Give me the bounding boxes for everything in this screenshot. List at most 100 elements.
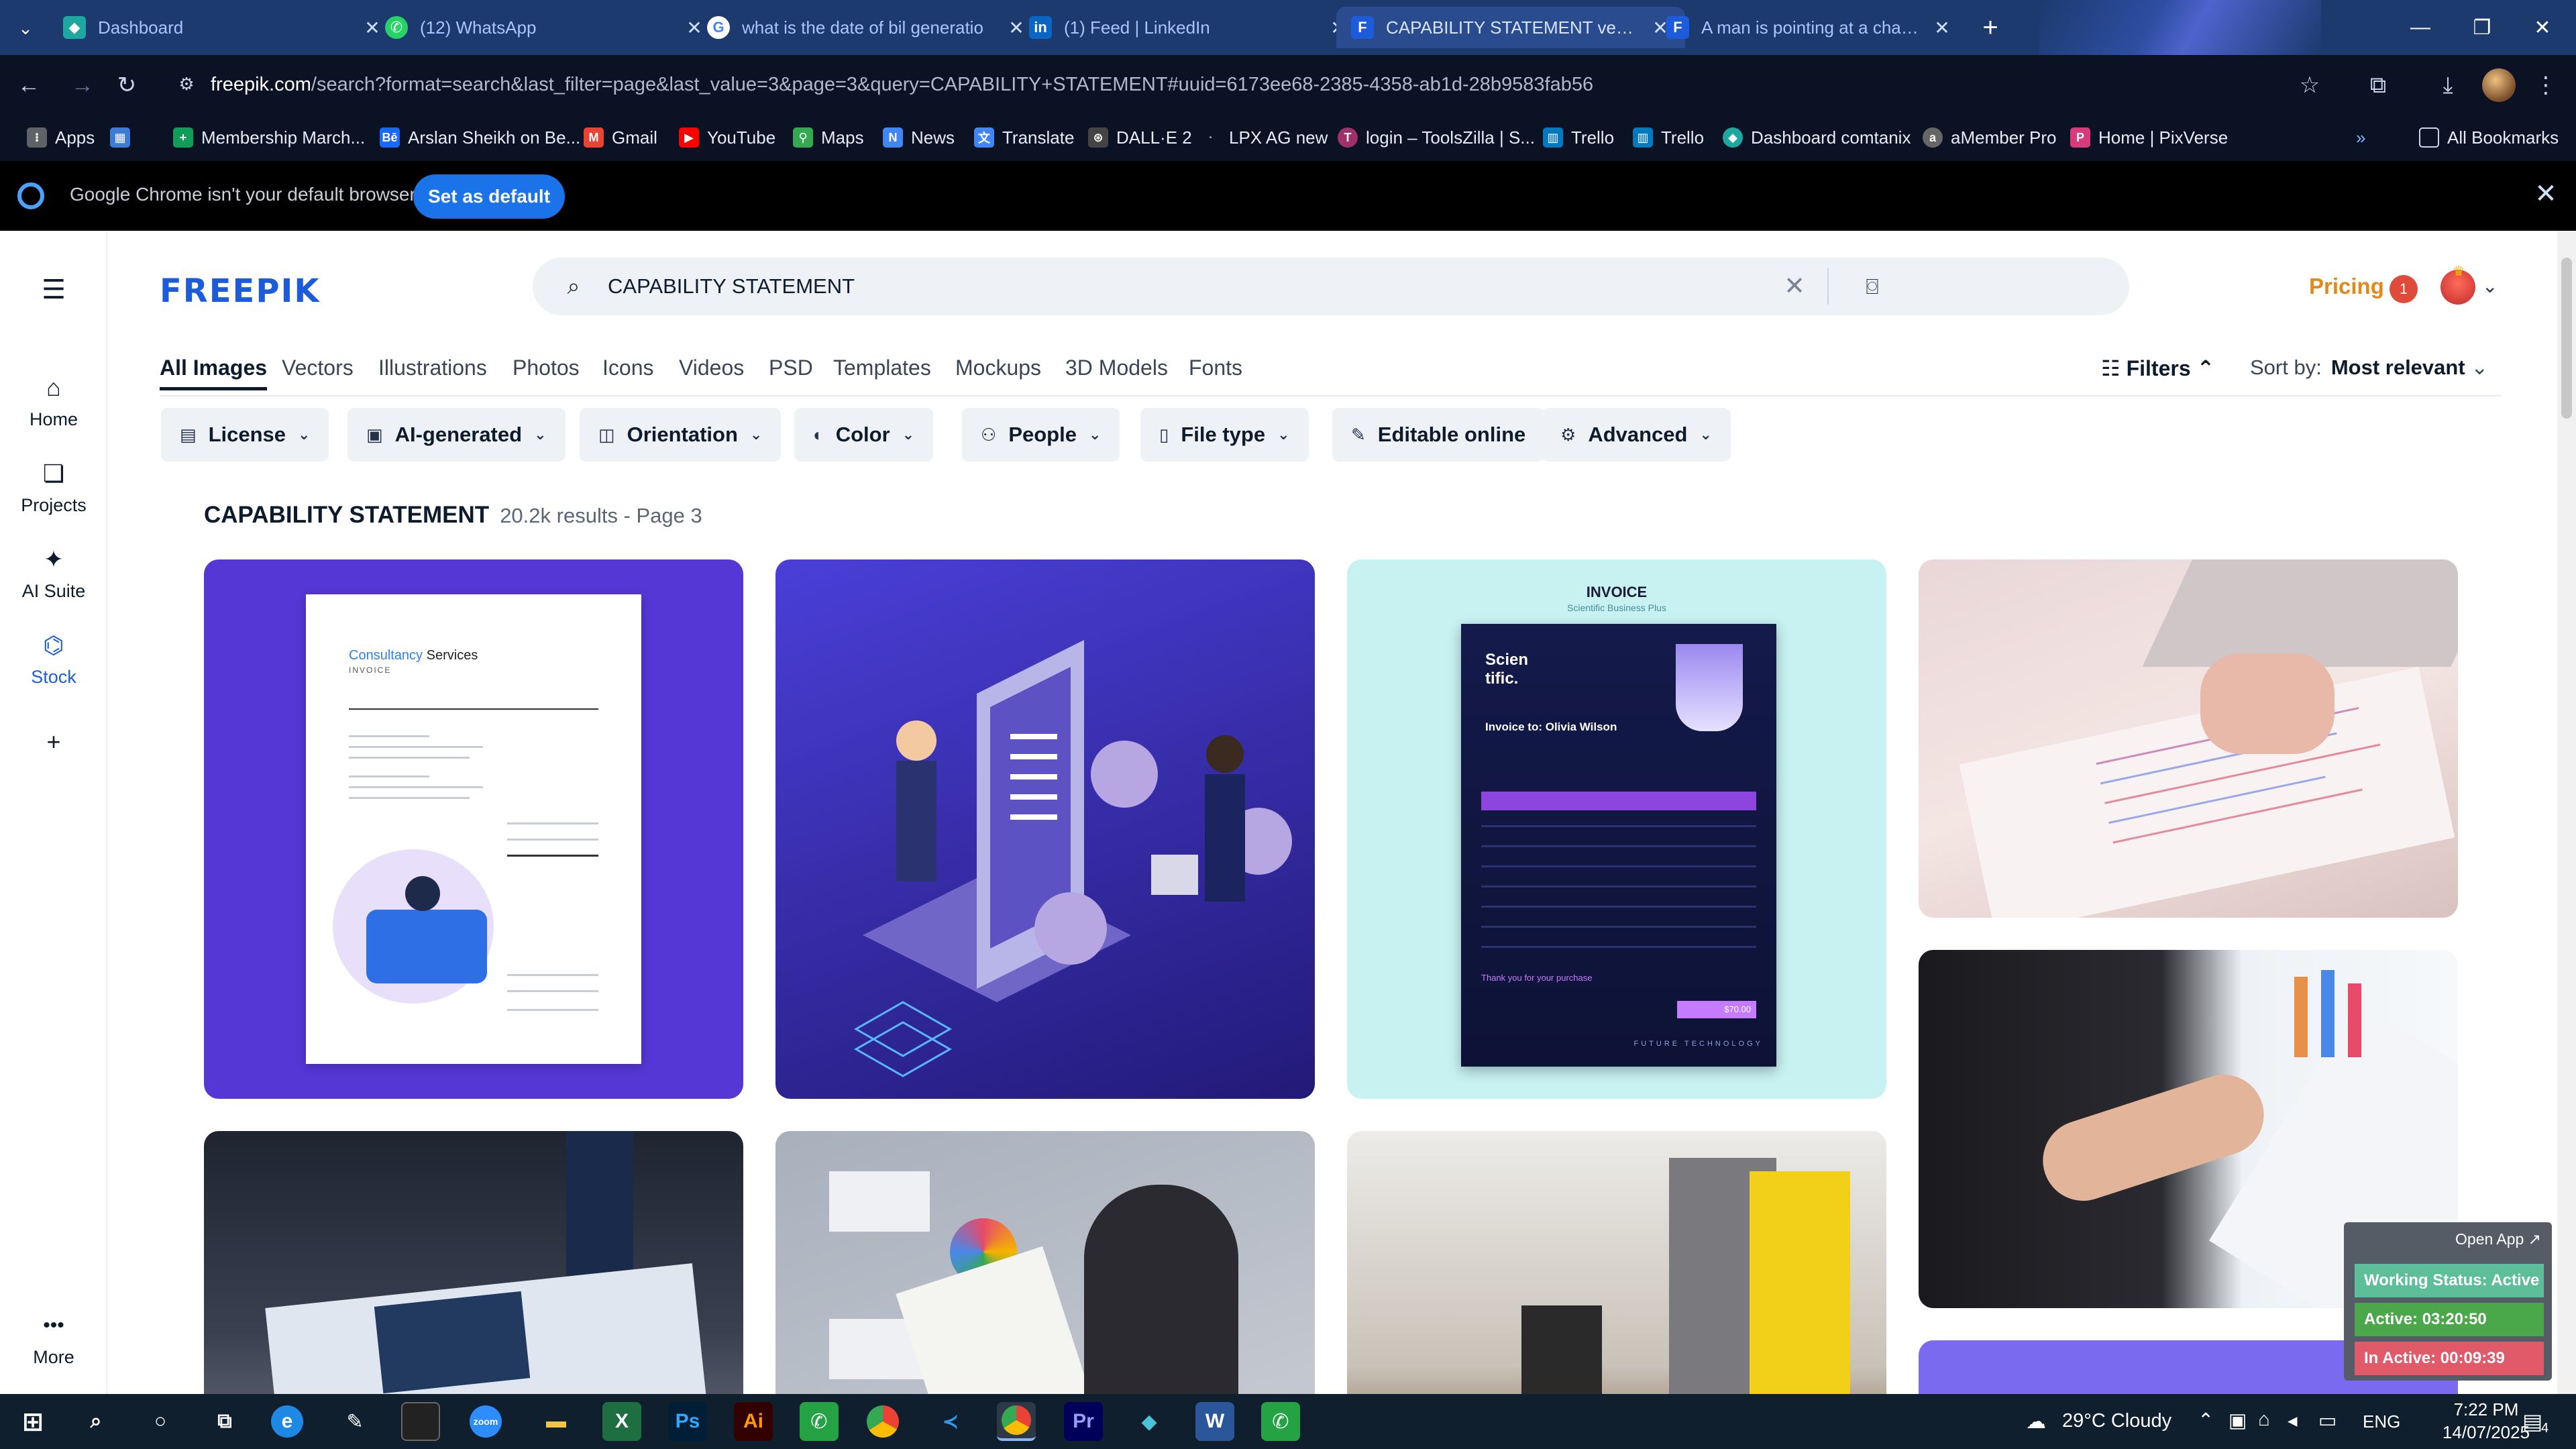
battery-icon[interactable]: ▭ — [2318, 1409, 2337, 1432]
back-button[interactable]: ← — [13, 70, 44, 101]
weather-text[interactable]: 29°C Cloudy — [2062, 1410, 2171, 1432]
tab-templates[interactable]: Templates — [833, 356, 931, 380]
search-input[interactable] — [608, 270, 1815, 303]
app-diamond-icon[interactable]: ◆ — [1130, 1402, 1169, 1441]
download-icon[interactable]: ⤓ — [2432, 70, 2463, 101]
filter-advanced[interactable]: ⚙ Advanced ⌄ — [1542, 408, 1731, 462]
site-info-icon[interactable]: ⚙ — [176, 74, 197, 95]
tab-mockups[interactable]: Mockups — [955, 356, 1041, 380]
phone-app-icon[interactable]: ✆ — [800, 1402, 839, 1441]
profile-avatar[interactable] — [2482, 68, 2516, 102]
rail-stock[interactable]: ⌬ Stock — [0, 631, 107, 688]
tab-vectors[interactable]: Vectors — [282, 356, 354, 380]
bookmark-amember[interactable]: a aMember Pro — [1923, 123, 2057, 152]
more-bookmarks-chevron-icon[interactable]: » — [2356, 123, 2365, 152]
tab-whatsapp[interactable]: ✆ (12) WhatsApp ✕ — [370, 7, 719, 48]
bookmark-gmail[interactable]: M Gmail — [584, 123, 657, 152]
network-icon[interactable]: ⌂ — [2258, 1409, 2270, 1431]
notification-center-icon[interactable]: ▤ — [2522, 1409, 2542, 1434]
bookmark-membership[interactable]: + Membership March... — [173, 123, 365, 152]
volume-icon[interactable]: ◂ — [2288, 1409, 2298, 1432]
filter-editable-online[interactable]: ✎ Editable online — [1332, 408, 1545, 462]
bookmark-news[interactable]: N News — [883, 123, 955, 152]
filter-color[interactable]: ◐ Color ⌄ — [794, 408, 934, 462]
bookmark-dashboard-comtanix[interactable]: ◆ Dashboard comtanix — [1723, 123, 1911, 152]
illustrator-icon[interactable]: Ai — [734, 1402, 773, 1441]
phone-app-icon[interactable]: ✆ — [1261, 1402, 1300, 1441]
bookmark-youtube[interactable]: ▶ YouTube — [679, 123, 775, 152]
bookmark-trello-1[interactable]: ▥ Trello — [1543, 123, 1614, 152]
chrome-menu-icon[interactable]: ⋮ — [2530, 70, 2561, 101]
tab-capability-statement[interactable]: F CAPABILITY STATEMENT vector ✕ — [1336, 7, 1685, 48]
photoshop-icon[interactable]: Ps — [668, 1402, 707, 1441]
chrome-icon[interactable] — [867, 1405, 899, 1438]
bookmark-behance[interactable]: Bē Arslan Sheikh on Be... — [380, 123, 580, 152]
freepik-logo[interactable]: FREEPIK — [160, 272, 321, 310]
windows-start-icon[interactable]: ⊞ — [13, 1402, 52, 1441]
filter-ai-generated[interactable]: ▣ AI-generated ⌄ — [347, 408, 566, 462]
rail-projects[interactable]: ❏ Projects — [0, 459, 107, 516]
tab-psd[interactable]: PSD — [769, 356, 813, 380]
tab-3d-models[interactable]: 3D Models — [1065, 356, 1168, 380]
filter-license[interactable]: ▤ License ⌄ — [161, 408, 329, 462]
terminal-icon[interactable] — [401, 1402, 440, 1441]
file-explorer-icon[interactable]: ▬ — [537, 1402, 576, 1441]
edge-icon[interactable]: e — [271, 1405, 303, 1438]
chrome-active-icon[interactable] — [997, 1402, 1036, 1441]
search-icon[interactable]: ⌕ — [76, 1402, 115, 1441]
zoom-icon[interactable]: zoom — [470, 1405, 502, 1438]
tab-linkedin[interactable]: in (1) Feed | LinkedIn ✕ — [1014, 7, 1363, 48]
address-bar[interactable]: ⚙ freepik.com/search?format=search&last_… — [164, 63, 2337, 106]
chevron-down-icon[interactable]: ⌄ — [2482, 275, 2498, 297]
tab-fonts[interactable]: Fonts — [1189, 356, 1242, 380]
result-tile-laptop-chart-photo[interactable] — [1919, 559, 2458, 918]
tab-icons[interactable]: Icons — [602, 356, 653, 380]
search-icon[interactable]: ⌕ — [558, 271, 589, 302]
hamburger-menu-icon[interactable]: ☰ — [38, 274, 70, 306]
bookmark-apps[interactable]: ⁝ Apps — [27, 123, 95, 152]
forward-button[interactable]: → — [67, 70, 98, 101]
bookmark-star-icon[interactable]: ☆ — [2294, 70, 2325, 101]
tab-google-search[interactable]: G what is the date of bil generatio ✕ — [692, 7, 1041, 48]
page-scrollbar[interactable] — [2557, 231, 2576, 1394]
close-infobar-icon[interactable]: ✕ — [2530, 178, 2561, 209]
minimize-button[interactable]: — — [2385, 0, 2455, 55]
filter-people[interactable]: ⚇ People ⌄ — [962, 408, 1120, 462]
bookmark-grid[interactable]: ▦ — [110, 123, 130, 152]
result-tile-isometric-business[interactable] — [775, 559, 1315, 1099]
result-tile-team-documents-photo[interactable] — [204, 1131, 743, 1394]
camera-search-icon[interactable]: ⌼ — [1857, 271, 1888, 302]
premiere-icon[interactable]: Pr — [1064, 1402, 1103, 1441]
close-window-button[interactable]: ✕ — [2509, 0, 2576, 55]
bookmark-toolszilla[interactable]: T login – ToolsZilla | S... — [1338, 123, 1535, 152]
vscode-icon[interactable]: ≺ — [931, 1402, 970, 1441]
chevron-up-icon[interactable]: ⌃ — [2198, 1409, 2214, 1432]
bookmark-translate[interactable]: 文 Translate — [974, 123, 1074, 152]
tab-dashboard[interactable]: ◆ Dashboard ✕ — [48, 7, 397, 48]
reload-button[interactable]: ↻ — [111, 70, 142, 101]
restore-button[interactable]: ❐ — [2447, 0, 2517, 55]
bookmark-lpx[interactable]: · LPX AG new — [1201, 123, 1328, 152]
result-tile-woman-reading-photo[interactable] — [775, 1131, 1315, 1394]
rail-add[interactable]: + — [0, 727, 107, 763]
tab-videos[interactable]: Videos — [679, 356, 744, 380]
result-tile-consultancy-invoice[interactable]: Consultancy Services INVOICE — [204, 559, 743, 1099]
extensions-icon[interactable]: ⧉ — [2363, 70, 2394, 101]
rail-home[interactable]: ⌂ Home — [0, 373, 107, 430]
sort-dropdown[interactable]: Sort by: Most relevant ⌄ — [2250, 356, 2488, 380]
tray-app-icon[interactable]: ▣ — [2229, 1409, 2247, 1432]
tab-photos[interactable]: Photos — [513, 356, 580, 380]
set-as-default-button[interactable]: Set as default — [413, 174, 565, 219]
tab-all-images[interactable]: All Images — [160, 356, 268, 390]
bookmark-pixverse[interactable]: P Home | PixVerse — [2070, 123, 2228, 152]
rail-more[interactable]: ••• More — [0, 1311, 107, 1368]
language-indicator[interactable]: ENG — [2363, 1411, 2400, 1432]
filter-orientation[interactable]: ◫ Orientation ⌄ — [580, 408, 782, 462]
pricing-link[interactable]: Pricing — [2309, 274, 2384, 299]
bookmark-maps[interactable]: ⚲ Maps — [793, 123, 864, 152]
tab-illustrations[interactable]: Illustrations — [378, 356, 487, 380]
word-icon[interactable]: W — [1195, 1402, 1234, 1441]
bookmark-dalle[interactable]: ⊛ DALL·E 2 — [1088, 123, 1192, 152]
pen-tool-icon[interactable]: ✎ — [335, 1402, 374, 1441]
new-tab-button[interactable]: + — [1975, 12, 2006, 43]
